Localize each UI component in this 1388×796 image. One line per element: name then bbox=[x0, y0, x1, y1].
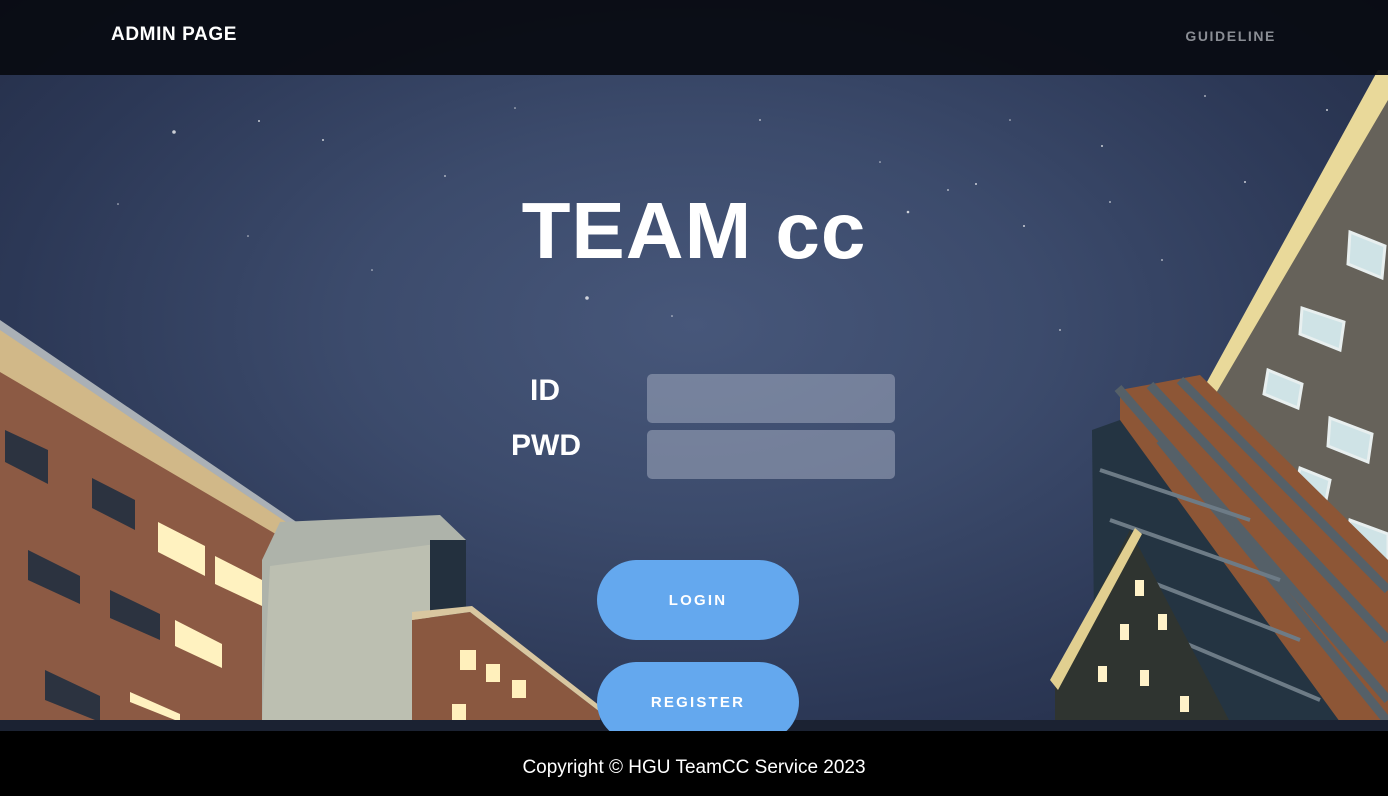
copyright-text: Copyright © HGU TeamCC Service 2023 bbox=[522, 757, 866, 778]
guideline-link[interactable]: GUIDELINE bbox=[1185, 28, 1276, 44]
pwd-label: PWD bbox=[511, 429, 581, 462]
pwd-input[interactable] bbox=[647, 430, 895, 479]
login-button[interactable]: LOGIN bbox=[597, 560, 799, 640]
id-label: ID bbox=[530, 374, 560, 407]
top-navbar: ADMIN PAGE GUIDELINE bbox=[0, 0, 1388, 75]
register-button[interactable]: REGISTER bbox=[597, 662, 799, 742]
page-footer: Copyright © HGU TeamCC Service 2023 bbox=[0, 731, 1388, 796]
brand-link[interactable]: ADMIN PAGE bbox=[111, 24, 237, 46]
page-title: TEAM cc bbox=[521, 186, 867, 275]
id-input[interactable] bbox=[647, 374, 895, 423]
